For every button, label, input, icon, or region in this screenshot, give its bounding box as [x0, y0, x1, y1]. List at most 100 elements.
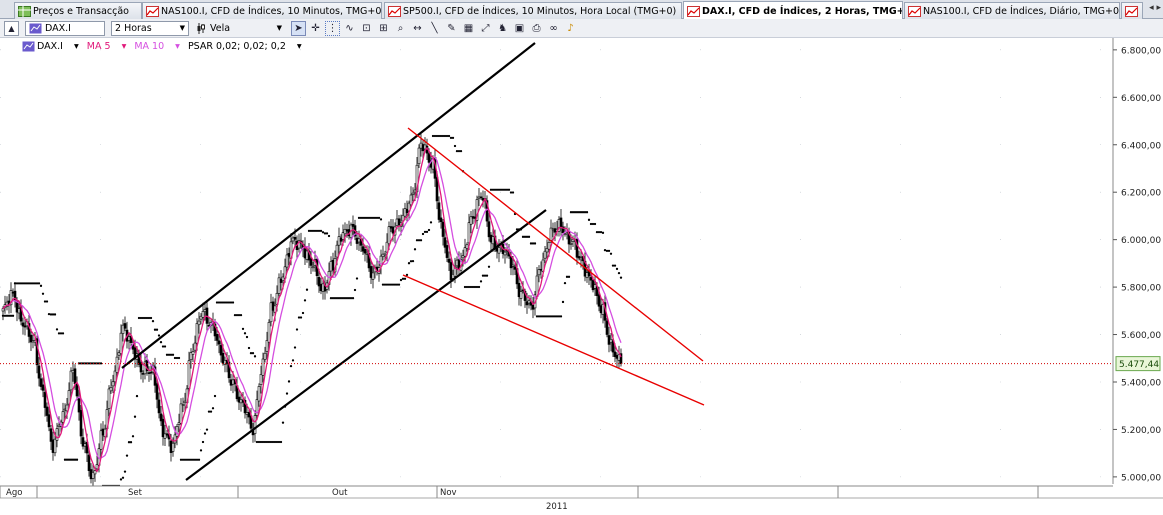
draw-tool-icon[interactable]: ✎ — [444, 21, 459, 36]
tab-precos[interactable]: Preços e Transacção — [14, 2, 142, 19]
psar-dot — [377, 216, 381, 219]
candle-body — [61, 411, 65, 423]
psar-dot — [207, 410, 211, 413]
candle-body — [335, 244, 339, 258]
psar-dot — [493, 188, 497, 191]
grid-icon[interactable]: ⋮ — [325, 20, 340, 36]
select-arrow-icon[interactable]: ➤ — [291, 20, 306, 36]
candle-body — [75, 384, 79, 397]
psar-dot — [251, 352, 255, 355]
psar-dot — [277, 440, 281, 444]
psar-dot — [21, 282, 25, 285]
psar-dot — [287, 380, 291, 383]
psar-dot — [43, 300, 47, 303]
psar-dot — [467, 285, 471, 289]
legend-ma10[interactable]: MA 10 ▾ — [134, 41, 180, 52]
chart-canvas[interactable]: 6.800,00 6.600,00 6.400,00 6.200,00 6.000,00… — [0, 38, 1163, 515]
psar-dot — [439, 134, 443, 138]
legend-ma5[interactable]: MA 5 ▾ — [87, 41, 127, 52]
bull-icon[interactable]: ♞ — [495, 21, 510, 36]
candle-body — [159, 413, 163, 422]
psar-dot — [285, 392, 289, 395]
chart-icon — [687, 5, 700, 17]
legend-psar[interactable]: PSAR 0,02; 0,02; 0,2 ▾ — [188, 41, 302, 52]
alert-icon[interactable]: ♪ — [563, 21, 578, 36]
psar-dot — [593, 222, 597, 226]
psar-dot — [361, 216, 365, 219]
psar-dot — [539, 315, 543, 318]
save-icon[interactable]: ▣ — [512, 21, 527, 36]
symbol-field[interactable]: DAX.I — [25, 20, 105, 36]
psar-dot — [199, 449, 203, 452]
tab-dax-2h[interactable]: DAX.I, CFD de Índices, 2 Horas, TMG+0 × — [683, 1, 903, 20]
template-icon[interactable]: ▦ — [461, 21, 476, 36]
line-tool-icon[interactable]: ╲ — [427, 21, 442, 36]
psar-dot — [63, 458, 67, 461]
psar-dot — [441, 134, 445, 138]
candle-body — [547, 242, 551, 250]
psar-dot — [501, 188, 505, 191]
psar-dot — [365, 216, 369, 219]
chart-type-select[interactable]: Vela ▼ — [193, 21, 285, 36]
psar-dot — [211, 407, 215, 410]
psar-dot — [547, 315, 551, 318]
candle-body — [69, 370, 73, 391]
candle-body — [189, 352, 193, 361]
psar-dot — [137, 316, 141, 320]
tab-more[interactable] — [1121, 2, 1143, 19]
tab-sp500-10min[interactable]: SP500.I, CFD de Índices, 10 Minutos, Hor… — [384, 2, 682, 19]
price-chart[interactable]: 6.800,00 6.600,00 6.400,00 6.200,00 6.000,00… — [0, 38, 1163, 515]
link-icon[interactable]: ∞ — [546, 21, 561, 36]
candle-body — [1, 308, 5, 312]
expand-icon[interactable]: ⤢ — [478, 21, 493, 36]
last-price-label: 5.477,44 — [1119, 360, 1159, 370]
legend-symbol[interactable]: DAX.I ▾ — [37, 41, 79, 52]
candle-body — [217, 340, 221, 345]
psar-dot — [557, 315, 561, 318]
psar-dot — [279, 440, 283, 444]
tab-nas100-daily[interactable]: NAS100.I, CFD de Índices, Diário, TMG+0 — [904, 2, 1120, 19]
psar-dot — [259, 440, 263, 444]
psar-dot — [257, 440, 261, 444]
y-tick-label: 5.600,00 — [1121, 331, 1161, 341]
scale-icon[interactable]: ⊞ — [376, 21, 391, 36]
psar-dot — [269, 440, 273, 444]
psar-dot — [353, 288, 357, 292]
candle-body — [43, 391, 47, 408]
crosshair-icon[interactable]: ✛ — [308, 21, 323, 36]
interval-select[interactable]: 2 Horas ▼ — [111, 20, 189, 36]
psar-dot — [483, 274, 487, 277]
psar-dot — [599, 230, 603, 234]
collapse-up-icon[interactable]: ▲ — [4, 20, 19, 36]
objects-icon[interactable]: ⊡ — [359, 21, 374, 36]
candle-body — [81, 437, 85, 447]
psar-dot — [611, 264, 615, 267]
fit-icon[interactable]: ↔ — [410, 21, 425, 36]
psar-dot — [267, 440, 271, 444]
psar-dot — [569, 211, 573, 214]
candle-body — [83, 443, 87, 447]
print-icon[interactable]: ⎙ — [529, 21, 544, 36]
psar-dot — [325, 232, 329, 235]
zoom-icon[interactable]: ⌕ — [393, 21, 408, 36]
psar-dot — [373, 216, 377, 219]
psar-dot — [201, 440, 205, 444]
psar-dot — [171, 353, 175, 356]
candle-body — [89, 469, 93, 480]
psar-dot — [531, 242, 535, 245]
psar-dot — [435, 134, 439, 138]
psar-dot — [545, 315, 549, 318]
psar-dot — [301, 311, 305, 315]
psar-dot — [541, 315, 545, 318]
psar-dot — [379, 218, 383, 221]
tab-nas100-10min[interactable]: NAS100.I, CFD de Índices, 10 Minutos, TM… — [142, 2, 382, 19]
psar-dot — [121, 476, 125, 479]
psar-dot — [157, 334, 161, 337]
psar-dot — [525, 235, 529, 238]
psar-dot — [3, 314, 7, 317]
tab-scroll-arrows[interactable]: ◂ ▸ — [1149, 3, 1161, 13]
indicators-icon[interactable]: ∿ — [342, 21, 357, 36]
psar-dot — [23, 282, 27, 285]
chart-icon — [1125, 5, 1138, 17]
psar-dot — [469, 285, 473, 289]
